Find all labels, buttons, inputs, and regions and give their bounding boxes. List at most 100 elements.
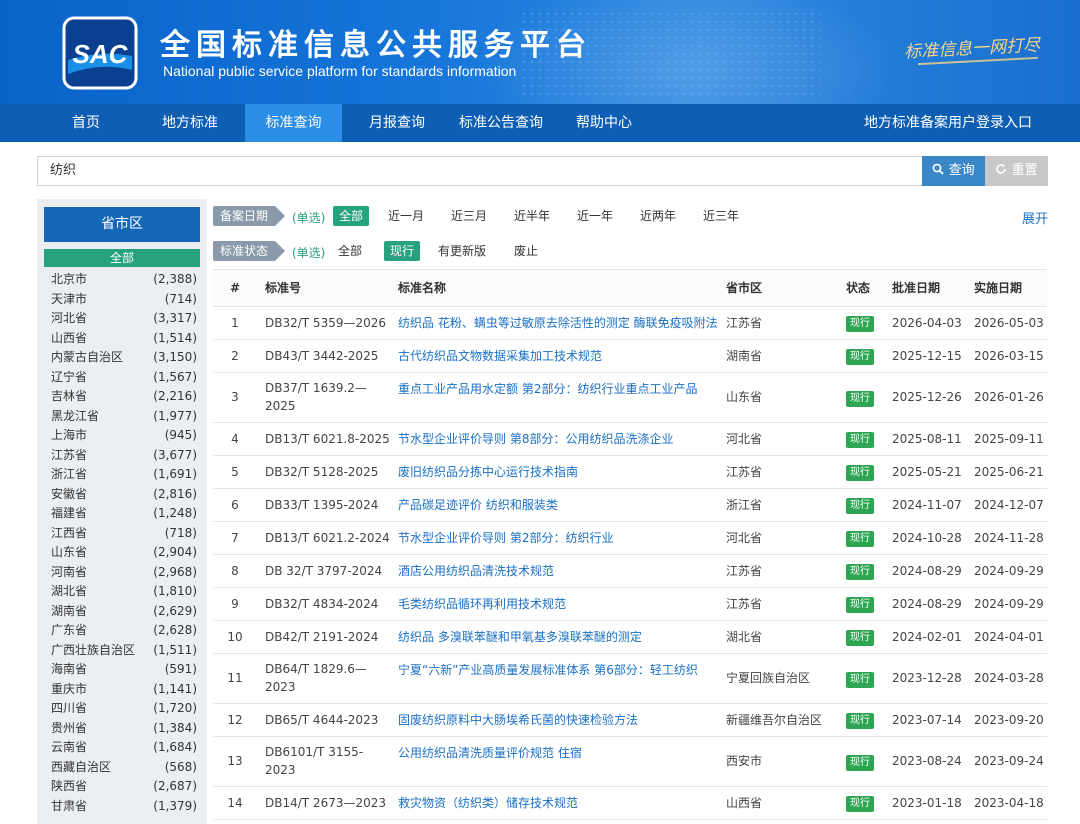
table-row[interactable]: 10 DB42/T 2191-2024 纺织品 多溴联苯醚和甲氧基多溴联苯醚的测定湖… [213, 620, 1047, 654]
standard-title-link[interactable]: 固废纺织原料中大肠埃希氏菌的快速检验方法 [390, 703, 718, 737]
standard-title-link[interactable]: 纺织品 多溴联苯醚和甲氧基多溴联苯醚的测定 [390, 620, 718, 654]
sidebar-province-item[interactable]: 福建省 (1,248) [51, 504, 197, 523]
status-option-current[interactable]: 现行 [384, 241, 421, 261]
nav-announcement-search[interactable]: 标准公告查询 [450, 104, 552, 142]
filing-date-option-3m[interactable]: 近三月 [451, 206, 487, 226]
sidebar-province-item[interactable]: 陕西省 (2,687) [51, 777, 197, 796]
province-name: 湖南省 [51, 603, 88, 618]
column-header-approve-date: 批准日期 [884, 270, 966, 307]
standard-code: DB42/T 2191-2024 [257, 620, 390, 654]
sidebar-title: 省市区 [44, 207, 200, 242]
sidebar-province-item[interactable]: 山东省 (2,904) [51, 543, 197, 562]
sidebar-province-item[interactable]: 西藏自治区 (568) [51, 758, 197, 777]
status-badge: 现行 [846, 597, 874, 613]
sidebar-province-item[interactable]: 广西壮族自治区 (1,511) [51, 641, 197, 660]
standard-title-link[interactable]: 公用纺织品清洗质量评价规范 住宿 [390, 736, 718, 787]
standard-title-link[interactable]: 产品碳足迹评价 纺织和服装类 [390, 488, 718, 522]
standard-title-link[interactable]: 重点工业产品用水定额 第2部分：纺织行业重点工业产品 [390, 372, 718, 423]
sidebar-province-item[interactable]: 江苏省 (3,677) [51, 446, 197, 465]
sidebar-province-item[interactable]: 湖北省 (1,810) [51, 582, 197, 601]
province-name: 贵州省 [51, 720, 88, 735]
standard-title-link[interactable]: 节水型企业评价导则 第8部分：公用纺织品洗涤企业 [390, 422, 718, 456]
status-option-all[interactable]: 全部 [338, 241, 362, 261]
standard-title-link[interactable]: 酒店公用纺织品清洗技术规范 [390, 554, 718, 588]
sidebar-province-item[interactable]: 天津市 (714) [51, 290, 197, 309]
nav-standard-search[interactable]: 标准查询 [245, 104, 342, 142]
nav-local-standards[interactable]: 地方标准 [150, 104, 230, 142]
status-badge: 现行 [846, 432, 874, 448]
sidebar-province-item[interactable]: 吉林省 (2,216) [51, 387, 197, 406]
sidebar-province-item[interactable]: 山西省 (1,514) [51, 329, 197, 348]
table-row[interactable]: 2 DB43/T 3442-2025 古代纺织品文物数据采集加工技术规范 湖南省 现行 2… [213, 339, 1047, 373]
sidebar-province-item[interactable]: 黑龙江省 (1,977) [51, 407, 197, 426]
table-row[interactable]: 12 DB65/T 4644-2023 固废纺织原料中大肠埃希氏菌的快速检验方法 新疆… [213, 703, 1047, 737]
province-name: 山西省 [51, 330, 88, 345]
sidebar-province-item[interactable]: 四川省 (1,720) [51, 699, 197, 718]
sidebar-province-item[interactable]: 河北省 (3,317) [51, 309, 197, 328]
reset-button[interactable]: 重置 [985, 156, 1048, 186]
standard-title-link[interactable]: 宁夏“六新”产业高质量发展标准体系 第6部分：轻工纺织 [390, 653, 718, 704]
province-count: (718) [164, 525, 197, 540]
table-row[interactable]: 7 DB13/T 6021.2-2024 节水型企业评价导则 第2部分：纺织行业 河北… [213, 521, 1047, 555]
table-row[interactable]: 9 DB32/T 4834-2024 毛类纺织品循环再利用技术规范 江苏省 现行 2024… [213, 587, 1047, 621]
table-row[interactable]: 6 DB33/T 1395-2024 产品碳足迹评价 纺织和服装类 浙江省 现行 2024… [213, 488, 1047, 522]
filing-date-option-6m[interactable]: 近半年 [514, 206, 550, 226]
nav-home[interactable]: 首页 [54, 104, 118, 142]
filing-date-option-1y[interactable]: 近一年 [577, 206, 613, 226]
province-name: 江苏省 [51, 447, 88, 462]
standard-title-link[interactable]: 节水型企业评价导则 第2部分：纺织行业 [390, 521, 718, 555]
filing-date-option-3y[interactable]: 近三年 [703, 206, 739, 226]
standard-title-link[interactable]: 废旧纺织品分拣中心运行技术指南 [390, 455, 718, 489]
sidebar-province-item[interactable]: 辽宁省 (1,567) [51, 368, 197, 387]
sidebar-item-all[interactable]: 全部 [44, 249, 200, 267]
standard-title-link[interactable]: 古代纺织品文物数据采集加工技术规范 [390, 339, 718, 373]
sidebar-province-item[interactable]: 云南省 (1,684) [51, 738, 197, 757]
status-option-abolished[interactable]: 废止 [514, 241, 538, 261]
filing-date-option-1m[interactable]: 近一月 [388, 206, 424, 226]
sidebar-province-item[interactable]: 甘肃省 (1,379) [51, 797, 197, 816]
results-table: # 标准号 标准名称 省市区 状态 批准日期 实施日期 1 DB32/T 5359… [213, 270, 1047, 820]
table-row[interactable]: 4 DB13/T 6021.8-2025 节水型企业评价导则 第8部分：公用纺织品洗… [213, 422, 1047, 456]
search-button[interactable]: 查询 [922, 156, 985, 186]
status-cell: 现行 [838, 372, 884, 423]
table-row[interactable]: 5 DB32/T 5128-2025 废旧纺织品分拣中心运行技术指南 江苏省 现行 202… [213, 455, 1047, 489]
table-row[interactable]: 8 DB 32/T 3797-2024 酒店公用纺织品清洗技术规范 江苏省 现行 2024… [213, 554, 1047, 588]
province-count: (3,677) [153, 447, 197, 462]
status-badge: 现行 [846, 465, 874, 481]
region: 江苏省 [718, 455, 838, 489]
standard-title-link[interactable]: 救灾物资（纺织类）储存技术规范 [390, 786, 718, 820]
province-count: (2,816) [153, 486, 197, 501]
sidebar-province-item[interactable]: 上海市 (945) [51, 426, 197, 445]
table-row[interactable]: 11 DB64/T 1829.6—2023 宁夏“六新”产业高质量发展标准体系 第6… [213, 653, 1047, 704]
sidebar-province-item[interactable]: 河南省 (2,968) [51, 563, 197, 582]
table-row[interactable]: 1 DB32/T 5359—2026 纺织品 花粉、螨虫等过敏原去除活性的测定 酶联… [213, 306, 1047, 340]
sidebar-province-item[interactable]: 广东省 (2,628) [51, 621, 197, 640]
filing-date-option-all[interactable]: 全部 [333, 206, 370, 226]
sidebar-province-item[interactable]: 内蒙古自治区 (3,150) [51, 348, 197, 367]
search-input[interactable]: 纺织 [37, 156, 923, 186]
province-count: (2,388) [153, 272, 197, 286]
filing-date-option-2y[interactable]: 近两年 [640, 206, 676, 226]
filing-user-login-link[interactable]: 地方标准备案用户登录入口 [864, 104, 1032, 142]
reset-button-label: 重置 [1011, 163, 1038, 178]
status-option-updated[interactable]: 有更新版 [438, 241, 486, 261]
sidebar-province-item[interactable]: 江西省 (718) [51, 524, 197, 543]
standard-title-link[interactable]: 毛类纺织品循环再利用技术规范 [390, 587, 718, 621]
approve-date: 2023-01-18 [884, 786, 966, 820]
sidebar-province-item[interactable]: 浙江省 (1,691) [51, 465, 197, 484]
sidebar-province-item[interactable]: 北京市 (2,388) [51, 270, 197, 289]
sidebar-province-item[interactable]: 湖南省 (2,629) [51, 602, 197, 621]
sac-logo-icon[interactable]: SAC [62, 16, 138, 90]
table-row[interactable]: 14 DB14/T 2673—2023 救灾物资（纺织类）储存技术规范 山西省 现行 20… [213, 786, 1047, 820]
table-row[interactable]: 3 DB37/T 1639.2—2025 重点工业产品用水定额 第2部分：纺织行业重… [213, 372, 1047, 423]
standard-title-link[interactable]: 纺织品 花粉、螨虫等过敏原去除活性的测定 酶联免疫吸附法 [390, 306, 718, 340]
sidebar-province-item[interactable]: 海南省 (591) [51, 660, 197, 679]
column-header-status: 状态 [838, 270, 884, 307]
nav-monthly-report[interactable]: 月报查询 [358, 104, 436, 142]
expand-filters-link[interactable]: 展开 [1022, 208, 1048, 227]
nav-help-center[interactable]: 帮助中心 [566, 104, 642, 142]
sidebar-province-item[interactable]: 重庆市 (1,141) [51, 680, 197, 699]
sidebar-province-item[interactable]: 安徽省 (2,816) [51, 485, 197, 504]
table-row[interactable]: 13 DB6101/T 3155-2023 公用纺织品清洗质量评价规范 住宿 西安市现… [213, 736, 1047, 787]
sidebar-province-item[interactable]: 贵州省 (1,384) [51, 719, 197, 738]
